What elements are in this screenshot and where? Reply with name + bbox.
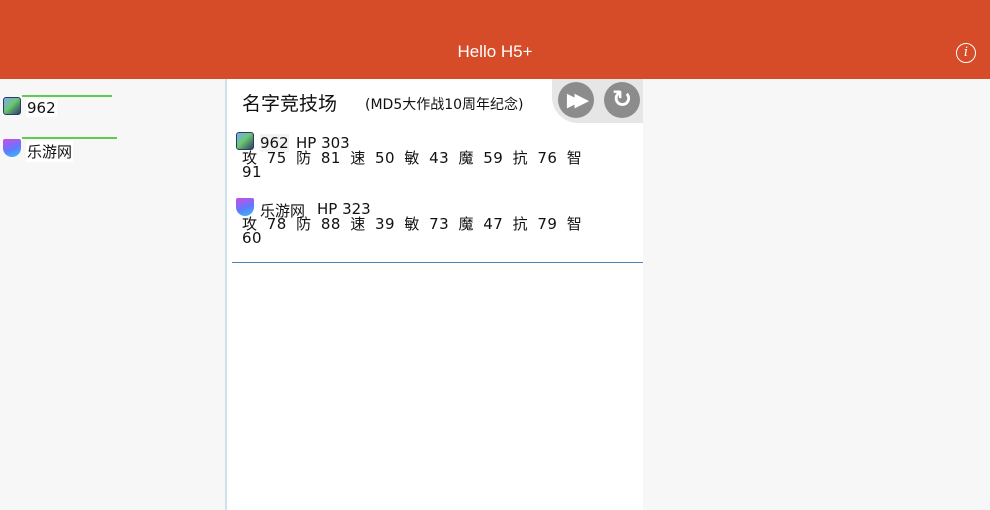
app-title: Hello H5+ xyxy=(457,42,533,61)
info-icon[interactable]: i xyxy=(956,43,976,63)
avatar xyxy=(236,198,254,216)
hp-bar xyxy=(22,95,112,97)
top-bar: Hello H5+ i xyxy=(0,0,990,79)
section-divider xyxy=(232,262,643,263)
arena-subtitle: (MD5大作战10周年纪念) xyxy=(365,97,524,113)
restart-icon[interactable]: ↻ xyxy=(604,82,640,118)
roster-item-leyouwang[interactable]: 乐游网 xyxy=(0,127,200,162)
roster-item-962[interactable]: 962 xyxy=(0,85,200,117)
fighter-card: 962 HP 303 攻 75 防 81 速 50 敏 43 魔 59 抗 76… xyxy=(236,132,622,180)
avatar xyxy=(3,97,21,115)
hp-value: HP 303 xyxy=(296,134,350,152)
roster-name: 962 xyxy=(26,99,57,117)
roster-name: 乐游网 xyxy=(26,141,74,162)
arena-title: 名字竞技场 xyxy=(242,93,338,115)
arena-panel: 名字竞技场 (MD5大作战10周年纪念) ▶▶ ↻ 962 HP 303 攻 7… xyxy=(227,79,643,510)
avatar xyxy=(3,139,21,157)
fighter-card: 乐游网 HP 323 攻 78 防 88 速 39 敏 73 魔 47 抗 79… xyxy=(236,198,622,246)
control-group: ▶▶ ↻ xyxy=(552,79,643,123)
roster-list: 962 乐游网 xyxy=(0,79,225,510)
avatar xyxy=(236,132,254,150)
fighter-name: 962 xyxy=(260,134,289,152)
hp-value: HP 323 xyxy=(317,200,371,218)
fast-forward-icon[interactable]: ▶▶ xyxy=(558,82,594,118)
fighter-name: 乐游网 xyxy=(260,202,306,220)
stats-line: 攻 75 防 81 速 50 敏 43 魔 59 抗 76 智 xyxy=(242,149,583,167)
hp-bar xyxy=(22,137,117,139)
